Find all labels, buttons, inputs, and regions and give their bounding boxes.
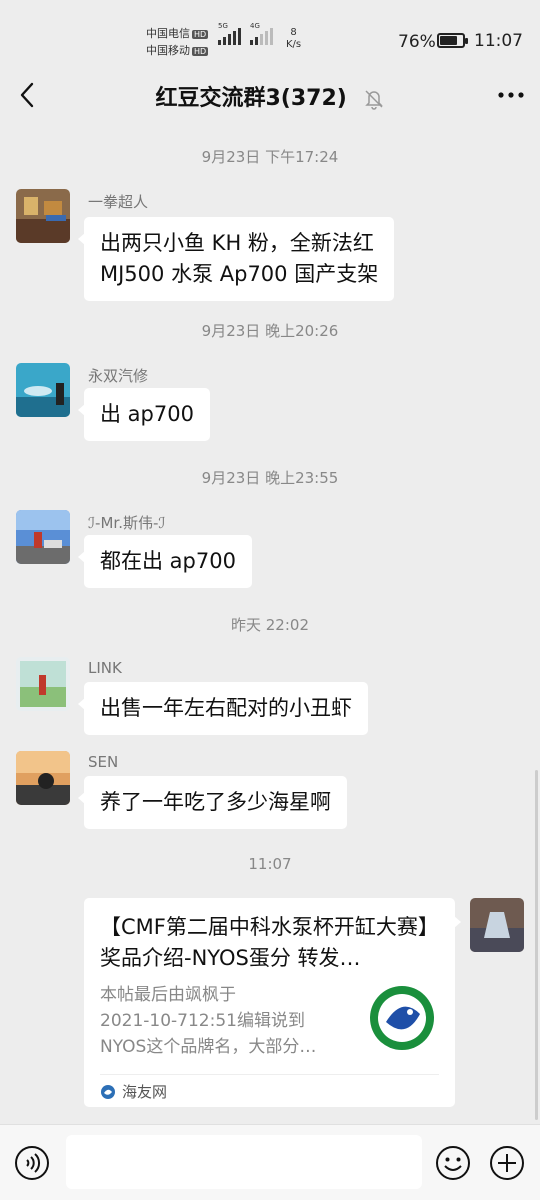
carrier-1: 中国电信 HD — [146, 25, 209, 41]
link-card-description: 本帖最后由飒枫于 2021-10-712:51编辑说到 NYOS这个品牌名，大部… — [100, 985, 317, 1057]
scrollbar[interactable] — [535, 770, 538, 1120]
clock: 11:07 — [474, 31, 523, 51]
divider — [100, 1074, 439, 1075]
bell-off-icon — [364, 90, 383, 110]
link-card-title: 【CMF第二届中科水泵杯开缸大赛】奖品介绍-NYOS蛋分 转发… — [100, 915, 439, 970]
link-card-source-label: 海友网 — [122, 1083, 168, 1101]
more-button[interactable] — [496, 83, 526, 107]
logo-image — [370, 986, 434, 1050]
chat-header: 红豆交流群3(372) — [0, 70, 540, 120]
sender-name: LINK — [88, 659, 122, 677]
chat-title-text: 红豆交流群3(372) — [155, 86, 347, 111]
carrier-2: 中国移动 HD — [146, 42, 209, 58]
hd-badge: HD — [192, 47, 209, 56]
signal-1-icon: 5G — [218, 22, 241, 45]
plus-circle-icon — [490, 1146, 524, 1180]
avatar-image — [470, 898, 524, 952]
message-timestamp: 11:07 — [248, 855, 292, 873]
carrier-2-label: 中国移动 — [146, 44, 190, 57]
avatar[interactable] — [16, 657, 70, 711]
avatar[interactable] — [16, 363, 70, 417]
signal-2-icon: 4G — [250, 22, 273, 45]
avatar-image — [16, 189, 70, 243]
more-horizontal-icon — [498, 92, 524, 98]
sender-name: 永双汽修 — [88, 367, 149, 385]
emoji-button[interactable] — [435, 1145, 471, 1181]
source-logo-icon — [101, 1084, 115, 1099]
battery-icon — [437, 33, 468, 48]
message-timestamp: 9月23日 晚上23:55 — [201, 469, 339, 487]
smiley-icon — [436, 1146, 470, 1180]
avatar[interactable] — [16, 510, 70, 564]
plus-button[interactable] — [489, 1145, 525, 1181]
link-card[interactable]: 【CMF第二届中科水泵杯开缸大赛】奖品介绍-NYOS蛋分 转发… 本帖最后由飒枫… — [84, 898, 461, 1107]
link-card-thumbnail — [366, 982, 438, 1054]
chat-title: 红豆交流群3(372) — [0, 80, 540, 112]
message-input[interactable] — [66, 1135, 422, 1189]
message-bubble[interactable]: 出 ap700 — [78, 388, 210, 441]
status-bar: 中国电信 HD 中国移动 HD 5G 4G 8 K/s 76% 11:07 — [0, 0, 540, 70]
avatar-image — [16, 363, 70, 417]
voice-icon — [15, 1146, 49, 1180]
message-timestamp: 昨天 22:02 — [231, 616, 309, 634]
hd-badge: HD — [192, 30, 209, 39]
message-bubble[interactable]: 都在出 ap700 — [78, 535, 252, 588]
network-speed: 8 K/s — [286, 27, 301, 51]
message-bubble[interactable]: 养了一年吃了多少海星啊 — [78, 776, 347, 829]
voice-button[interactable] — [14, 1145, 50, 1181]
message-bubble[interactable]: 出两只小鱼 KH 粉，全新法红 MJ500 水泵 Ap700 国产支架 — [77, 217, 395, 301]
sender-name: SEN — [88, 753, 119, 771]
avatar[interactable] — [16, 751, 70, 805]
avatar-image — [16, 751, 70, 805]
carrier-1-label: 中国电信 — [146, 27, 190, 40]
network-type-1: 5G — [218, 22, 228, 30]
battery-percent: 76% — [398, 32, 436, 52]
message-timestamp: 9月23日 晚上20:26 — [201, 322, 339, 340]
avatar[interactable] — [16, 189, 70, 243]
input-bar — [0, 1124, 540, 1200]
avatar-image — [16, 510, 70, 564]
message-bubble[interactable]: 出售一年左右配对的小丑虾 — [78, 682, 368, 735]
sender-name: ℐ-Mr.斯伟-ℐ — [88, 514, 166, 532]
network-type-2: 4G — [250, 22, 260, 30]
message-timestamp: 9月23日 下午17:24 — [201, 148, 339, 166]
battery-fill — [440, 36, 457, 45]
sender-name: 一拳超人 — [88, 193, 149, 211]
avatar-image — [16, 657, 70, 711]
speed-value: 8 — [290, 27, 297, 38]
my-avatar[interactable] — [470, 898, 524, 952]
speed-unit: K/s — [286, 39, 302, 50]
link-card-source: 海友网 — [100, 1081, 167, 1102]
